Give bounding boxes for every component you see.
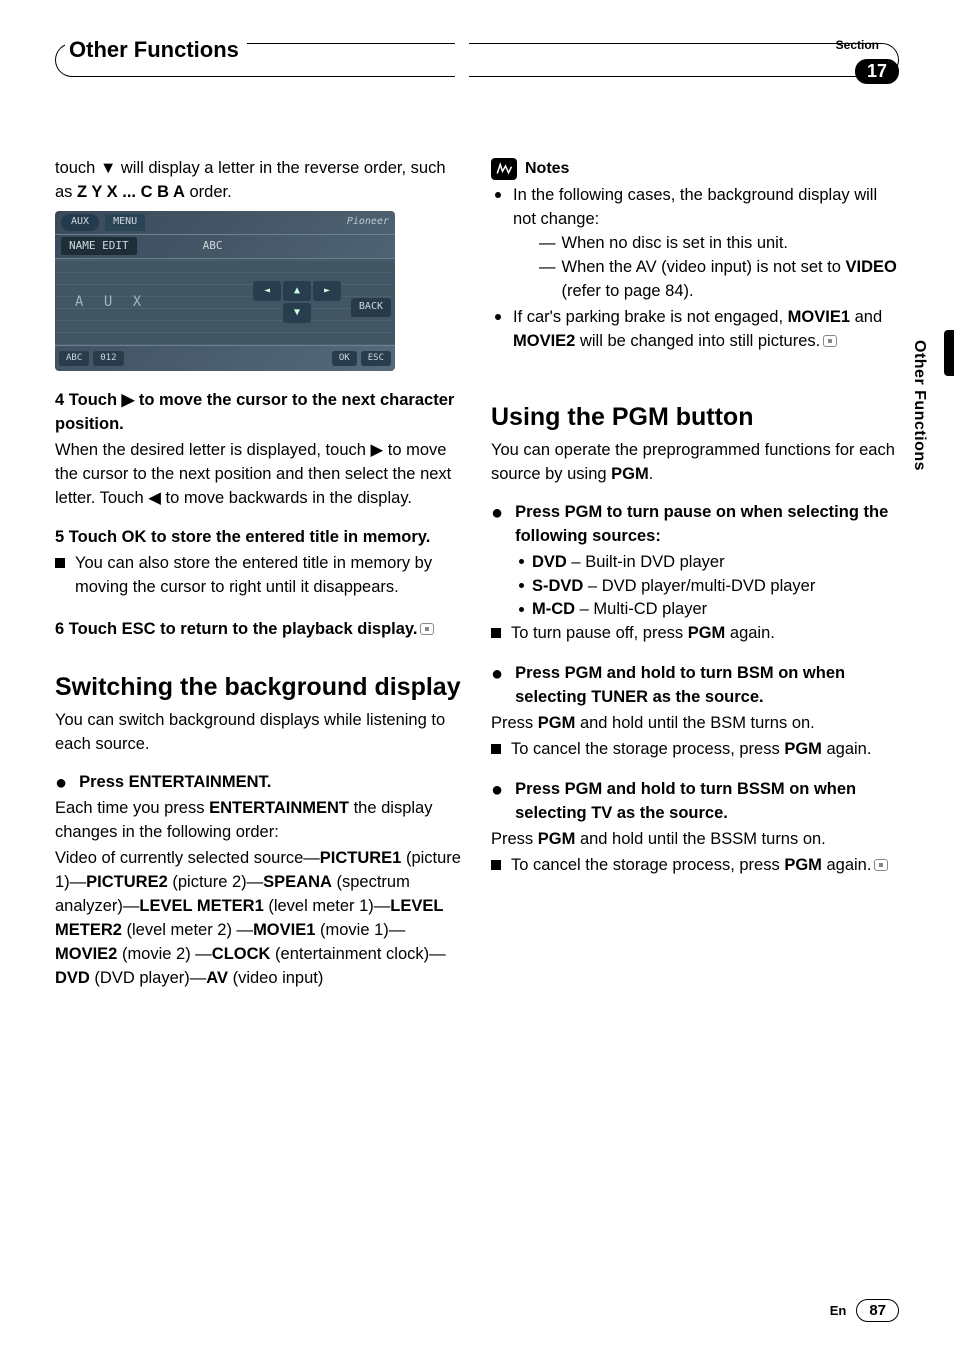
pgm-step-pause: ● Press PGM to turn pause on when select…: [491, 501, 899, 551]
step5-heading: 5 Touch OK to store the entered title in…: [55, 526, 463, 550]
fig-left-arrow: ◄: [253, 281, 281, 301]
notes-heading: Notes: [491, 157, 899, 180]
page-title: Other Functions: [65, 37, 247, 67]
end-mark-icon: [874, 859, 888, 871]
pgm-intro: You can operate the preprogrammed functi…: [491, 439, 899, 487]
fig-right-arrow: ►: [313, 281, 341, 301]
fig-menu-label: MENU: [105, 214, 145, 231]
note-subitem: —When no disc is set in this unit.: [513, 232, 899, 256]
fig-back-button: BACK: [351, 298, 391, 317]
end-mark-icon: [420, 623, 434, 635]
name-edit-figure: AUX MENU Pioneer NAME EDIT ABC A U X ◄ ▲…: [55, 211, 395, 371]
pgm-bssm-body: Press PGM and hold until the BSSM turns …: [491, 828, 899, 852]
note-item: In the following cases, the background d…: [491, 184, 899, 304]
pgm-source-item: M-CD – Multi-CD player: [511, 598, 899, 622]
pgm-bsm-body: Press PGM and hold until the BSM turns o…: [491, 712, 899, 736]
fig-aux-text: A U X: [75, 292, 147, 312]
right-column: Notes In the following cases, the backgr…: [491, 157, 899, 993]
fig-up-arrow: ▲: [283, 281, 311, 301]
fig-brand: Pioneer: [347, 215, 389, 230]
press-entertainment-body: Each time you press ENTERTAINMENT the di…: [55, 797, 463, 845]
footer-lang: En: [830, 1303, 847, 1318]
fig-esc-button: ESC: [361, 351, 391, 366]
pgm-sources-list: DVD – Built-in DVD player S-DVD – DVD pl…: [491, 551, 899, 623]
step5-body: You can also store the entered title in …: [55, 552, 463, 602]
section-number-badge: 17: [855, 59, 899, 84]
page-footer: En 87: [830, 1299, 899, 1322]
pgm-pauseoff: To turn pause off, press PGM again.: [491, 622, 899, 648]
pgm-bssm-cancel: To cancel the storage process, press PGM…: [491, 854, 899, 880]
press-entertainment-head: Press ENTERTAINMENT.: [79, 771, 271, 795]
footer-page-number: 87: [856, 1299, 899, 1322]
intro-text: touch ▼ will display a letter in the rev…: [55, 157, 463, 205]
pgm-source-item: DVD – Built-in DVD player: [511, 551, 899, 575]
pgm-step-bsm: ● Press PGM and hold to turn BSM on when…: [491, 662, 899, 712]
left-column: touch ▼ will display a letter in the rev…: [55, 157, 463, 993]
side-tab: Other Functions: [930, 330, 954, 520]
pgm-step-bssm: ● Press PGM and hold to turn BSSM on whe…: [491, 778, 899, 828]
fig-num-small: 012: [93, 351, 123, 366]
note-item: If car's parking brake is not engaged, M…: [491, 306, 899, 354]
fig-down-arrow: ▼: [283, 303, 311, 323]
fig-abc-small: ABC: [59, 351, 89, 366]
notes-icon: [491, 158, 517, 180]
pgm-source-item: S-DVD – DVD player/multi-DVD player: [511, 575, 899, 599]
page-header: Other Functions: [55, 35, 899, 81]
fig-aux-pill: AUX: [61, 214, 99, 231]
fig-ok-button: OK: [332, 351, 357, 366]
fig-name-edit: NAME EDIT: [61, 237, 137, 255]
bg-order-text: Video of currently selected source—PICTU…: [55, 847, 463, 991]
note-subitem: —When the AV (video input) is not set to…: [513, 256, 899, 304]
step6-heading: 6 Touch ESC to return to the playback di…: [55, 618, 463, 642]
switching-bg-heading: Switching the background display: [55, 672, 463, 703]
end-mark-icon: [823, 335, 837, 347]
press-entertainment-step: ● Press ENTERTAINMENT.: [55, 771, 463, 797]
pgm-bsm-cancel: To cancel the storage process, press PGM…: [491, 738, 899, 764]
using-pgm-heading: Using the PGM button: [491, 402, 899, 433]
step4-heading: 4 Touch ▶ to move the cursor to the next…: [55, 389, 463, 437]
step4-body: When the desired letter is displayed, to…: [55, 439, 463, 511]
side-tab-label: Other Functions: [910, 340, 928, 471]
fig-abc-top: ABC: [203, 238, 223, 254]
switching-bg-body: You can switch background displays while…: [55, 709, 463, 757]
